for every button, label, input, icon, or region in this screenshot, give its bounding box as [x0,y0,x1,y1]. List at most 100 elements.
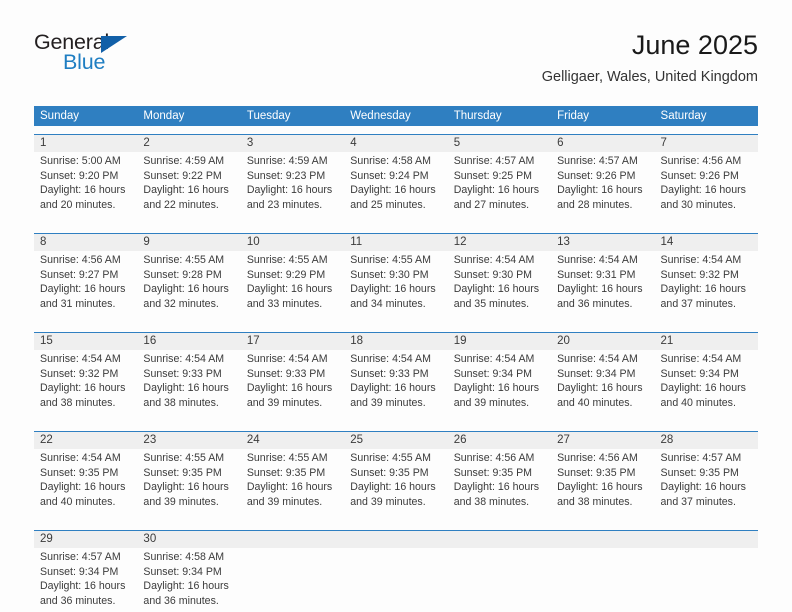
day-cell[interactable]: Sunrise: 5:00 AM Sunset: 9:20 PM Daylight:… [34,152,137,225]
sunset-text: Sunset: 9:31 PM [557,268,636,281]
day-cell[interactable]: Sunrise: 4:54 AM Sunset: 9:31 PM Daylight:… [551,251,654,324]
sunset-text: Sunset: 9:35 PM [453,466,533,479]
day-cell[interactable]: Sunrise: 4:59 AM Sunset: 9:23 PM Daylight:… [241,152,344,225]
day-number[interactable]: 7 [655,135,758,152]
week-day-number-row: 22 23 24 25 26 27 28 [34,432,758,449]
daylight-line2-text: and 39 minutes. [246,396,323,409]
day-number[interactable]: 21 [655,333,758,350]
page-title: June 2025 [631,30,758,60]
day-number[interactable]: 26 [448,432,551,449]
day-cell[interactable]: Sunrise: 4:56 AM Sunset: 9:27 PM Daylight:… [34,251,137,324]
day-cell[interactable]: Sunrise: 4:55 AM Sunset: 9:28 PM Daylight:… [137,251,240,324]
week-day-number-row: 29 30 [34,531,758,548]
daylight-line2-text: and 37 minutes. [660,495,736,508]
calendar-week-row: 15 16 17 18 19 20 21 Sunrise: 4:54 AM Sunset: 9:… [34,332,758,423]
day-cell[interactable]: Sunrise: 4:59 AM Sunset: 9:22 PM Daylight:… [137,152,240,225]
day-cell[interactable]: Sunrise: 4:54 AM Sunset: 9:33 PM Daylight:… [137,350,240,423]
day-number-empty [448,531,551,548]
day-cell[interactable]: Sunrise: 4:54 AM Sunset: 9:34 PM Daylight:… [551,350,654,423]
day-number[interactable]: 16 [137,333,240,350]
sunset-text: Sunset: 9:29 PM [246,268,326,281]
daylight-line1-text: Daylight: 16 hours [660,184,746,197]
day-number[interactable]: 24 [241,432,344,449]
day-cell[interactable]: Sunrise: 4:54 AM Sunset: 9:32 PM Daylight:… [655,251,758,324]
day-number[interactable]: 10 [241,234,344,251]
day-cell[interactable]: Sunrise: 4:58 AM Sunset: 9:24 PM Daylight:… [344,152,447,225]
sunset-text: Sunset: 9:35 PM [246,466,326,479]
sunrise-text: Sunrise: 4:56 AM [453,452,535,464]
brand-logo[interactable]: General Blue [34,30,144,82]
day-cell[interactable]: Sunrise: 4:56 AM Sunset: 9:35 PM Daylight:… [551,449,654,522]
brand-name-blue: Blue [63,50,106,74]
day-number[interactable]: 3 [241,135,344,152]
daylight-line1-text: Daylight: 16 hours [350,481,436,494]
day-cell[interactable]: Sunrise: 4:54 AM Sunset: 9:34 PM Daylight:… [655,350,758,423]
day-cell[interactable]: Sunrise: 4:54 AM Sunset: 9:35 PM Daylight:… [34,449,137,522]
day-number[interactable]: 18 [344,333,447,350]
day-cell-empty [448,548,551,612]
day-cell[interactable]: Sunrise: 4:57 AM Sunset: 9:25 PM Daylight:… [448,152,551,225]
day-number[interactable]: 25 [344,432,447,449]
day-number[interactable]: 19 [448,333,551,350]
day-cell[interactable]: Sunrise: 4:54 AM Sunset: 9:33 PM Daylight:… [344,350,447,423]
day-cell[interactable]: Sunrise: 4:57 AM Sunset: 9:35 PM Daylight:… [655,449,758,522]
daylight-line2-text: and 28 minutes. [557,198,633,211]
daylight-line2-text: and 38 minutes. [453,495,530,508]
day-cell[interactable]: Sunrise: 4:57 AM Sunset: 9:26 PM Daylight:… [551,152,654,225]
day-cell[interactable]: Sunrise: 4:54 AM Sunset: 9:30 PM Daylight:… [448,251,551,324]
day-number[interactable]: 30 [137,531,240,548]
day-number[interactable]: 11 [344,234,447,251]
day-of-week-header-saturday: Saturday [660,110,707,122]
week-detail-row: Sunrise: 4:56 AM Sunset: 9:27 PM Daylight:… [34,251,758,324]
sunset-text: Sunset: 9:28 PM [143,268,222,281]
day-number[interactable]: 1 [34,135,137,152]
day-number[interactable]: 2 [137,135,240,152]
day-cell[interactable]: Sunrise: 4:55 AM Sunset: 9:30 PM Daylight:… [344,251,447,324]
day-number[interactable]: 15 [34,333,137,350]
day-number[interactable]: 12 [448,234,551,251]
daylight-line1-text: Daylight: 16 hours [660,481,746,494]
sunrise-text: Sunrise: 4:59 AM [143,155,225,167]
day-cell-empty [655,548,758,612]
day-number[interactable]: 23 [137,432,240,449]
day-number[interactable]: 6 [551,135,654,152]
day-cell[interactable]: Sunrise: 4:55 AM Sunset: 9:35 PM Daylight:… [137,449,240,522]
sunrise-text: Sunrise: 4:55 AM [350,254,431,266]
day-cell[interactable]: Sunrise: 4:55 AM Sunset: 9:35 PM Daylight:… [241,449,344,522]
day-cell-empty [344,548,447,612]
day-number[interactable]: 5 [448,135,551,152]
day-number[interactable]: 17 [241,333,344,350]
day-number[interactable]: 28 [655,432,758,449]
day-number-empty [551,531,654,548]
day-cell[interactable]: Sunrise: 4:57 AM Sunset: 9:34 PM Daylight:… [34,548,137,612]
sunset-text: Sunset: 9:33 PM [246,367,326,380]
day-number[interactable]: 8 [34,234,137,251]
day-number[interactable]: 9 [137,234,240,251]
day-number[interactable]: 13 [551,234,654,251]
day-cell[interactable]: Sunrise: 4:55 AM Sunset: 9:35 PM Daylight:… [344,449,447,522]
day-cell[interactable]: Sunrise: 4:55 AM Sunset: 9:29 PM Daylight:… [241,251,344,324]
day-cell[interactable]: Sunrise: 4:58 AM Sunset: 9:34 PM Daylight:… [137,548,240,612]
sunset-text: Sunset: 9:34 PM [40,565,119,578]
daylight-line1-text: Daylight: 16 hours [143,481,229,494]
day-number[interactable]: 29 [34,531,137,548]
daylight-line1-text: Daylight: 16 hours [40,184,126,197]
sunrise-text: Sunrise: 4:56 AM [660,155,742,167]
calendar-week-row: 29 30 Sunrise: 4:57 AM Sunset: 9:34 PM Dayli… [34,530,758,612]
day-cell[interactable]: Sunrise: 4:56 AM Sunset: 9:26 PM Daylight:… [655,152,758,225]
day-number[interactable]: 20 [551,333,654,350]
day-cell[interactable]: Sunrise: 4:54 AM Sunset: 9:33 PM Daylight:… [241,350,344,423]
calendar-week-row: 8 9 10 11 12 13 14 Sunrise: 4:56 AM Sunset: 9:27… [34,233,758,324]
day-number[interactable]: 14 [655,234,758,251]
sunset-text: Sunset: 9:23 PM [246,169,326,182]
daylight-line1-text: Daylight: 16 hours [350,184,436,197]
day-cell[interactable]: Sunrise: 4:56 AM Sunset: 9:35 PM Daylight:… [448,449,551,522]
day-number[interactable]: 4 [344,135,447,152]
day-cell[interactable]: Sunrise: 4:54 AM Sunset: 9:34 PM Daylight:… [448,350,551,423]
day-number[interactable]: 27 [551,432,654,449]
day-cell[interactable]: Sunrise: 4:54 AM Sunset: 9:32 PM Daylight:… [34,350,137,423]
day-of-week-header-monday: Monday [143,110,185,122]
calendar-table: Sunday Monday Tuesday Wednesday Thursday Frid… [34,106,758,612]
day-number[interactable]: 22 [34,432,137,449]
daylight-line2-text: and 38 minutes. [557,495,633,508]
